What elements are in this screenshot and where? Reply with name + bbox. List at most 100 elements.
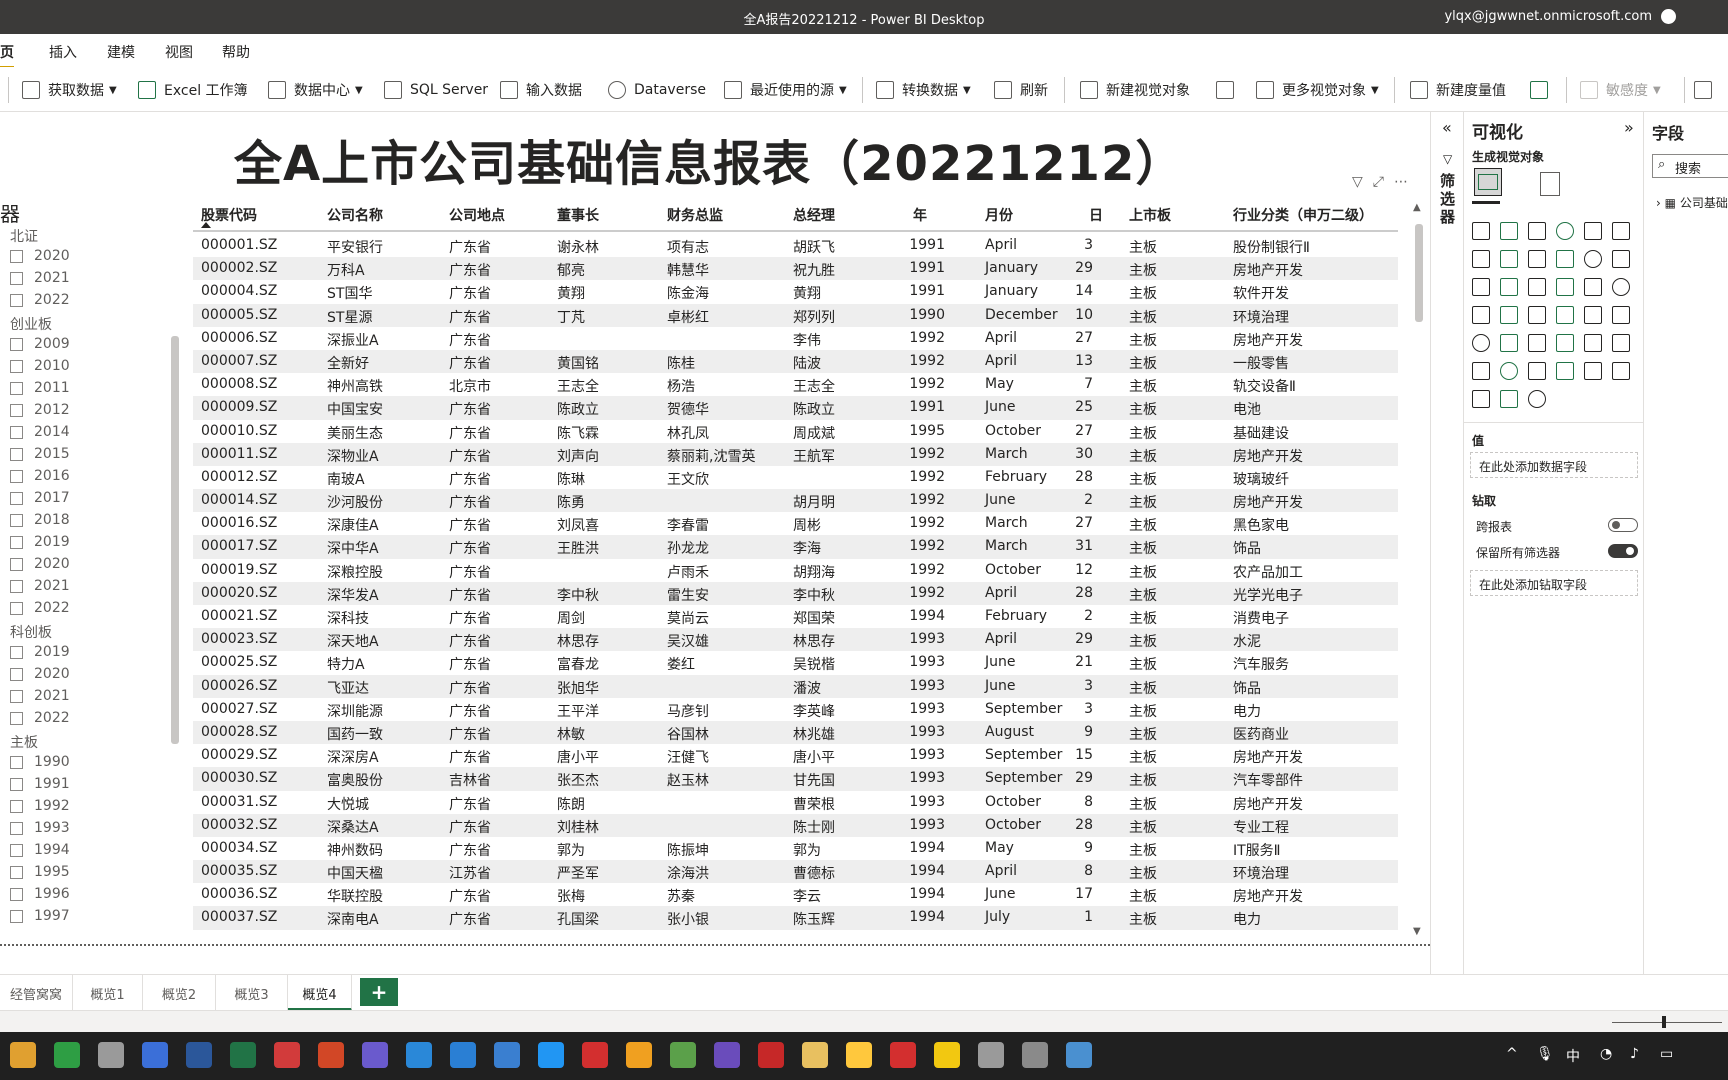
- visual-type-icon[interactable]: [1472, 334, 1490, 352]
- table-row[interactable]: 000006.SZ 深振业A 广东省 李伟 1992 April 27 主板 房地产开发: [193, 327, 1398, 350]
- fields-search-input[interactable]: ⌕ 搜索: [1652, 154, 1728, 178]
- visual-type-icon[interactable]: [1584, 334, 1602, 352]
- checkbox[interactable]: [10, 865, 23, 879]
- slicer-item[interactable]: 2020: [10, 556, 70, 572]
- visual-type-icon[interactable]: [1528, 390, 1546, 408]
- table-row[interactable]: 000020.SZ 深华发A 广东省 李中秋 雷生安 李中秋 1992 April 28 主板 光学…: [193, 581, 1398, 605]
- quick-measure-button[interactable]: [1530, 79, 1556, 101]
- checkbox[interactable]: [10, 491, 23, 505]
- visual-type-icon[interactable]: [1556, 250, 1574, 268]
- enter-data-button[interactable]: 输入数据: [500, 79, 582, 101]
- column-header-year[interactable]: 年: [913, 205, 927, 225]
- wps-icon[interactable]: [890, 1042, 916, 1068]
- wps-icon[interactable]: [582, 1042, 608, 1068]
- visual-type-icon[interactable]: [1612, 222, 1630, 240]
- page-tab-3[interactable]: 概览2: [143, 975, 216, 1011]
- table-row[interactable]: 000007.SZ 全新好 广东省 黄国铭 陈桂 陆波 1992 April 13 主板 一般零售: [193, 349, 1398, 374]
- visual-type-icon[interactable]: [1584, 362, 1602, 380]
- visual-type-icon[interactable]: [1472, 362, 1490, 380]
- app-icon[interactable]: [1066, 1042, 1092, 1068]
- checkbox[interactable]: [10, 535, 23, 549]
- publish-button[interactable]: [1694, 79, 1720, 101]
- refresh-button[interactable]: 刷新: [994, 79, 1048, 101]
- wechat-icon[interactable]: [54, 1042, 80, 1068]
- table-row[interactable]: 000028.SZ 国药一致 广东省 林敏 谷国林 林兆雄 1993 August 9 主板 医药商…: [193, 720, 1398, 745]
- format-visual-tab[interactable]: [1540, 172, 1560, 196]
- slicer-item[interactable]: 1993: [10, 820, 70, 836]
- app-icon[interactable]: [1022, 1042, 1048, 1068]
- table-row[interactable]: 000016.SZ 深康佳A 广东省 刘凤喜 李春雷 周彬 1992 March 27 主板 黑色家…: [193, 512, 1398, 535]
- app-icon[interactable]: [802, 1042, 828, 1068]
- table-row[interactable]: 000029.SZ 深深房A 广东省 唐小平 汪健飞 唐小平 1993 September 15…: [193, 744, 1398, 767]
- visual-type-icon[interactable]: [1528, 334, 1546, 352]
- transform-data-button[interactable]: 转换数据 ▼: [876, 79, 971, 101]
- zoom-slider-thumb[interactable]: [1662, 1016, 1666, 1028]
- app-icon[interactable]: [670, 1042, 696, 1068]
- powerpoint-icon[interactable]: [318, 1042, 344, 1068]
- vscode-icon[interactable]: [450, 1042, 476, 1068]
- slicer-group-header[interactable]: 主板: [10, 732, 38, 752]
- menu-view[interactable]: 视图: [165, 42, 193, 62]
- page-tab-4[interactable]: 概览3: [216, 975, 288, 1011]
- slicer-item[interactable]: 1991: [10, 776, 70, 792]
- table-row[interactable]: 000026.SZ 飞亚达 广东省 张旭华 潘波 1993 June 3 主板 饰品: [193, 674, 1398, 698]
- table-row[interactable]: 000025.SZ 特力A 广东省 富春龙 娄红 吴锐楷 1993 June 21 主板 汽车服务: [193, 651, 1398, 674]
- app-icon[interactable]: [274, 1042, 300, 1068]
- slicer-item[interactable]: 2022: [10, 600, 70, 616]
- collapse-icon[interactable]: »: [1624, 118, 1634, 137]
- page-tab-1[interactable]: 经管窝窝: [0, 975, 73, 1011]
- table-row[interactable]: 000032.SZ 深桑达A 广东省 刘桂林 陈士刚 1993 October 28 主板 专业工…: [193, 813, 1398, 837]
- menu-modeling[interactable]: 建模: [107, 42, 135, 62]
- checkbox[interactable]: [10, 513, 23, 527]
- table-row[interactable]: 000036.SZ 华联控股 广东省 张梅 苏秦 李云 1994 June 17 主板 房地产开发: [193, 883, 1398, 906]
- table-row[interactable]: 000037.SZ 深南电A 广东省 孔国梁 张小银 陈玉辉 1994 July 1 主板 电力: [193, 906, 1398, 930]
- checkbox[interactable]: [10, 645, 23, 659]
- visual-type-icon[interactable]: [1584, 250, 1602, 268]
- checkbox[interactable]: [10, 249, 23, 263]
- slicer-item[interactable]: 2019: [10, 644, 70, 660]
- slicer-item[interactable]: 2015: [10, 446, 70, 462]
- visual-type-icon[interactable]: [1556, 334, 1574, 352]
- scroll-thumb[interactable]: [1415, 224, 1423, 322]
- microphone-icon[interactable]: 🎙: [1536, 1046, 1554, 1062]
- table-row[interactable]: 000008.SZ 神州高铁 北京市 王志全 杨浩 王志全 1992 May 7 主板 轨交设备Ⅱ: [193, 373, 1398, 396]
- page-tab-5[interactable]: 概览4: [288, 975, 352, 1011]
- slicer-item[interactable]: 2009: [10, 336, 70, 352]
- table-row[interactable]: 000001.SZ 平安银行 广东省 谢永林 项有志 胡跃飞 1991 April 3 主板 股份制…: [193, 234, 1398, 257]
- checkbox[interactable]: [10, 359, 23, 373]
- menu-help[interactable]: 帮助: [222, 42, 250, 62]
- scroll-up-icon[interactable]: ▲: [1413, 202, 1421, 213]
- visual-type-icon[interactable]: [1612, 306, 1630, 324]
- table-row[interactable]: 000023.SZ 深天地A 广东省 林思存 吴汉雄 林思存 1993 April 29 主板 水泥: [193, 628, 1398, 652]
- checkbox[interactable]: [10, 381, 23, 395]
- column-header-day[interactable]: 日: [1089, 205, 1103, 225]
- slicer-scrollbar[interactable]: [171, 336, 179, 744]
- visual-type-icon[interactable]: [1612, 278, 1630, 296]
- search-icon[interactable]: [10, 1042, 36, 1068]
- visual-type-icon[interactable]: [1584, 222, 1602, 240]
- new-measure-button[interactable]: 新建度量值: [1410, 79, 1506, 101]
- visual-type-icon[interactable]: [1500, 250, 1518, 268]
- more-options-icon[interactable]: ⋯: [1394, 174, 1408, 190]
- column-header-cfo[interactable]: 财务总监: [667, 205, 723, 225]
- checkbox[interactable]: [10, 909, 23, 923]
- slicer-item[interactable]: 2021: [10, 578, 70, 594]
- slicer-group-header[interactable]: 科创板: [10, 622, 52, 642]
- dataverse-button[interactable]: Dataverse: [608, 79, 706, 101]
- checkbox[interactable]: [10, 601, 23, 615]
- folder-icon[interactable]: [846, 1042, 872, 1068]
- visual-type-icon[interactable]: [1556, 306, 1574, 324]
- visual-type-icon[interactable]: [1612, 334, 1630, 352]
- slicer-group-header[interactable]: 创业板: [10, 314, 52, 334]
- slicer-item[interactable]: 2021: [10, 688, 70, 704]
- user-account[interactable]: ylqx@jgwwnet.onmicrosoft.com: [1444, 9, 1652, 24]
- table-row[interactable]: 000017.SZ 深中华A 广东省 王胜洪 孙龙龙 李海 1992 March 31 主板 饰品: [193, 535, 1398, 559]
- checkbox[interactable]: [10, 887, 23, 901]
- table-row[interactable]: 000035.SZ 中国天楹 江苏省 严圣军 涂海洪 曹德标 1994 April 8 主板 环境治…: [193, 860, 1398, 884]
- company-table[interactable]: 股票代码 公司名称 公司地点 董事长 财务总监 总经理 年 月份 日 上市板 行…: [193, 196, 1398, 944]
- checkbox[interactable]: [10, 447, 23, 461]
- table-row[interactable]: 000027.SZ 深圳能源 广东省 王平洋 马彦钊 李英峰 1993 September 3 主…: [193, 698, 1398, 721]
- menu-insert[interactable]: 插入: [49, 42, 77, 62]
- get-data-button[interactable]: 获取数据 ▼: [22, 79, 117, 101]
- slicer-item[interactable]: 2011: [10, 380, 70, 396]
